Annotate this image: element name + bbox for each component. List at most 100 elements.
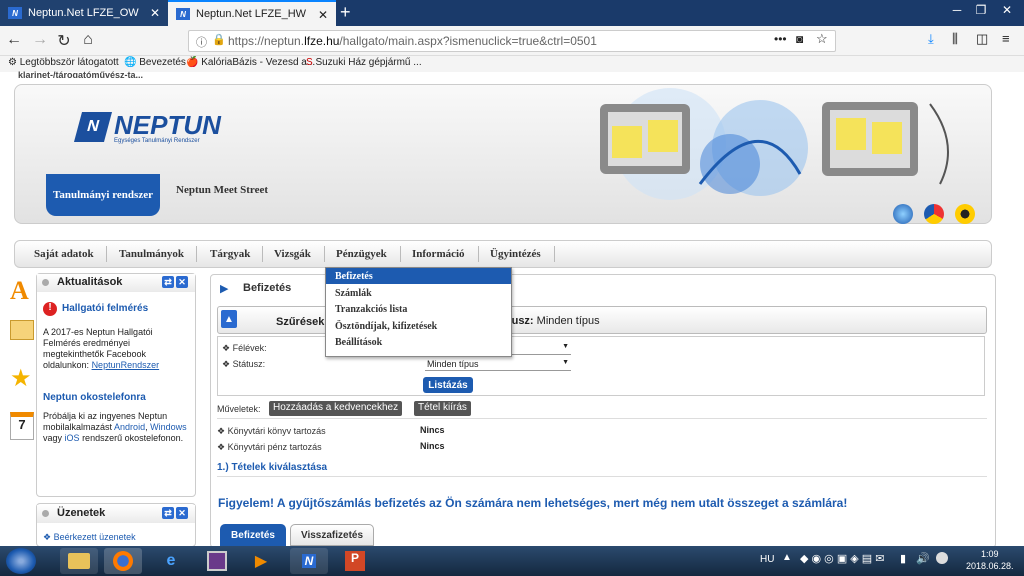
start-button[interactable] xyxy=(6,548,36,574)
inbox-link[interactable]: ❖ Beérkezett üzenetek xyxy=(43,532,136,543)
windows-link[interactable]: Windows xyxy=(150,422,187,432)
warning-message: Figyelem! A gyűjtőszámlás befizetés az Ö… xyxy=(218,496,848,510)
network-icon[interactable]: ▮ xyxy=(900,552,906,565)
volume-icon[interactable]: 🔊 xyxy=(916,552,930,565)
menu-separator xyxy=(196,246,197,262)
bookmark-bevezetes[interactable]: 🌐 Bevezetés xyxy=(124,57,186,68)
ios-link[interactable]: iOS xyxy=(65,433,80,443)
bookmark-most-visited[interactable]: ⚙ Legtöbbször látogatott xyxy=(8,57,119,68)
partial-text: klarinet-/tárogatóművész-ta... xyxy=(18,70,144,78)
status-select[interactable]: Minden típus ▼ xyxy=(425,359,571,371)
font-size-icon[interactable]: A xyxy=(10,276,29,306)
tab-label: Neptun.Net LFZE_OW xyxy=(28,7,139,19)
menu-separator xyxy=(478,246,479,262)
dropdown-tranzakcios-lista[interactable]: Tranzakciós lista xyxy=(326,301,511,317)
bookmark-kaloriabazis[interactable]: 🍎 KalóriaBázis - Vezesd a... xyxy=(186,57,315,68)
forward-arrow-icon[interactable]: → xyxy=(30,31,50,49)
dropdown-beallitasok[interactable]: Beállítások xyxy=(326,334,511,350)
minimize-button[interactable]: ─ xyxy=(946,0,968,20)
menu-ugyintezes[interactable]: Ügyintézés xyxy=(490,248,541,260)
dropdown-befizetes[interactable]: Befizetés xyxy=(326,268,511,284)
url-text[interactable]: https://neptun.lfze.hu/hallgato/main.asp… xyxy=(228,34,597,48)
alert-icon: ! xyxy=(43,302,57,316)
close-icon[interactable]: ✕ xyxy=(176,507,188,519)
lock-icon: 🔒 xyxy=(212,34,226,46)
collapse-icon[interactable]: ▲ xyxy=(221,310,237,328)
menu-separator xyxy=(324,246,325,262)
favorites-star-icon[interactable]: ★ xyxy=(10,364,32,393)
bullet-icon xyxy=(42,510,49,517)
facebook-link[interactable]: NeptunRendszer xyxy=(92,360,160,370)
list-button[interactable]: Listázás xyxy=(423,377,473,393)
dropdown-szamlak[interactable]: Számlák xyxy=(326,285,511,301)
neptun-favicon-icon: N xyxy=(8,7,22,19)
tray-apps-icon[interactable]: ◆ ◉ ◎ ▣ ◈ ▤ ✉ xyxy=(800,552,884,565)
neptun-logo-subtitle: Egységes Tanulmányi Rendszer xyxy=(114,138,200,144)
android-link[interactable]: Android xyxy=(114,422,145,432)
mail-icon[interactable] xyxy=(10,320,34,340)
library-book-debt-label: ❖ Könyvtári könyv tartozás xyxy=(217,426,326,436)
status-label: ❖ Státusz: xyxy=(222,359,266,369)
expand-icon[interactable]: ⇄ xyxy=(162,507,174,519)
info-icon[interactable]: ⓘ xyxy=(196,34,207,50)
bookmark-suzuki[interactable]: S Suzuki Ház gépjármű ... xyxy=(306,57,422,68)
tab-befizetes[interactable]: Befizetés xyxy=(220,524,286,546)
new-tab-button[interactable]: + xyxy=(340,2,351,23)
section-title: 1.) Tételek kiválasztása xyxy=(217,462,328,473)
menu-separator xyxy=(262,246,263,262)
tray-arrow-icon[interactable]: ▲ xyxy=(782,552,792,563)
bookmark-star-icon[interactable]: ☆ xyxy=(816,31,828,47)
add-favorites-button[interactable]: Hozzáadás a kedvencekhez xyxy=(269,401,403,416)
save-taskbar-icon[interactable] xyxy=(198,548,236,574)
neptun-taskbar-icon[interactable]: N xyxy=(290,548,328,574)
taskbar-clock[interactable]: 1:09 2018.06.28. xyxy=(966,548,1014,572)
home-icon[interactable]: ⌂ xyxy=(78,31,98,49)
meet-street-tab[interactable]: Neptun Meet Street xyxy=(176,184,268,196)
tray-extra-icon[interactable] xyxy=(936,552,948,564)
back-arrow-icon[interactable]: ← xyxy=(4,31,24,49)
operations-label: Műveletek: xyxy=(217,404,261,414)
maximize-button[interactable]: ❐ xyxy=(970,0,992,20)
menu-separator xyxy=(554,246,555,262)
firefox-taskbar-icon[interactable] xyxy=(104,548,142,574)
close-window-button[interactable]: ✕ xyxy=(996,0,1018,20)
menu-icon[interactable]: ≡ xyxy=(1002,31,1010,46)
menu-vizsgak[interactable]: Vizsgák xyxy=(274,248,311,260)
expand-icon[interactable]: ⇄ xyxy=(162,276,174,288)
tanulmanyi-rendszer-tab[interactable]: Tanulmányi rendszer xyxy=(46,174,160,216)
divider xyxy=(217,476,987,477)
library-book-debt-value: Nincs xyxy=(420,425,445,435)
close-icon[interactable]: ✕ xyxy=(176,276,188,288)
ie-taskbar-icon[interactable]: e xyxy=(152,548,190,574)
print-item-button[interactable]: Tétel kiírás xyxy=(414,401,471,416)
reload-icon[interactable]: ↻ xyxy=(54,31,74,51)
close-tab-icon[interactable]: ✕ xyxy=(150,6,160,20)
menu-tanulmanyok[interactable]: Tanulmányok xyxy=(119,248,184,260)
language-indicator[interactable]: HU xyxy=(760,554,774,565)
tab-visszafizetes[interactable]: Visszafizetés xyxy=(290,524,374,546)
menu-sajat-adatok[interactable]: Saját adatok xyxy=(34,248,94,260)
survey-text: A 2017-es Neptun Hallgatói Felmérés ered… xyxy=(43,327,160,370)
download-icon[interactable]: ⤓ xyxy=(928,31,934,47)
calendar-icon[interactable]: 7 xyxy=(10,412,34,440)
pocket-icon[interactable]: ◙ xyxy=(796,32,803,46)
library-money-debt-value: Nincs xyxy=(420,441,445,451)
browser-tab-hw-active[interactable]: N Neptun.Net LFZE_HW ✕ xyxy=(168,0,336,26)
explorer-taskbar-icon[interactable] xyxy=(60,548,98,574)
neptun-logo: NEPTUN xyxy=(114,110,221,140)
media-taskbar-icon[interactable]: ▶ xyxy=(242,548,280,574)
menu-targyak[interactable]: Tárgyak xyxy=(210,248,250,260)
sidebar-toggle-icon[interactable]: ◫ xyxy=(976,31,988,47)
dropdown-osztondijak[interactable]: Ösztöndíjak, kifizetések xyxy=(326,318,511,334)
page-actions-icon[interactable]: ••• xyxy=(774,32,787,46)
header-illustration xyxy=(600,88,949,200)
powerpoint-taskbar-icon[interactable]: P xyxy=(336,548,374,574)
browser-tab-ow[interactable]: N Neptun.Net LFZE_OW ✕ xyxy=(0,0,168,26)
globe-icon[interactable] xyxy=(893,204,913,224)
menu-informacio[interactable]: Információ xyxy=(412,248,465,260)
language-icon[interactable] xyxy=(924,204,944,224)
library-icon[interactable]: ⫼ xyxy=(952,31,958,47)
accessibility-icon[interactable] xyxy=(955,204,975,224)
close-tab-icon[interactable]: ✕ xyxy=(318,8,328,22)
menu-penzugyek[interactable]: Pénzügyek xyxy=(336,248,387,260)
